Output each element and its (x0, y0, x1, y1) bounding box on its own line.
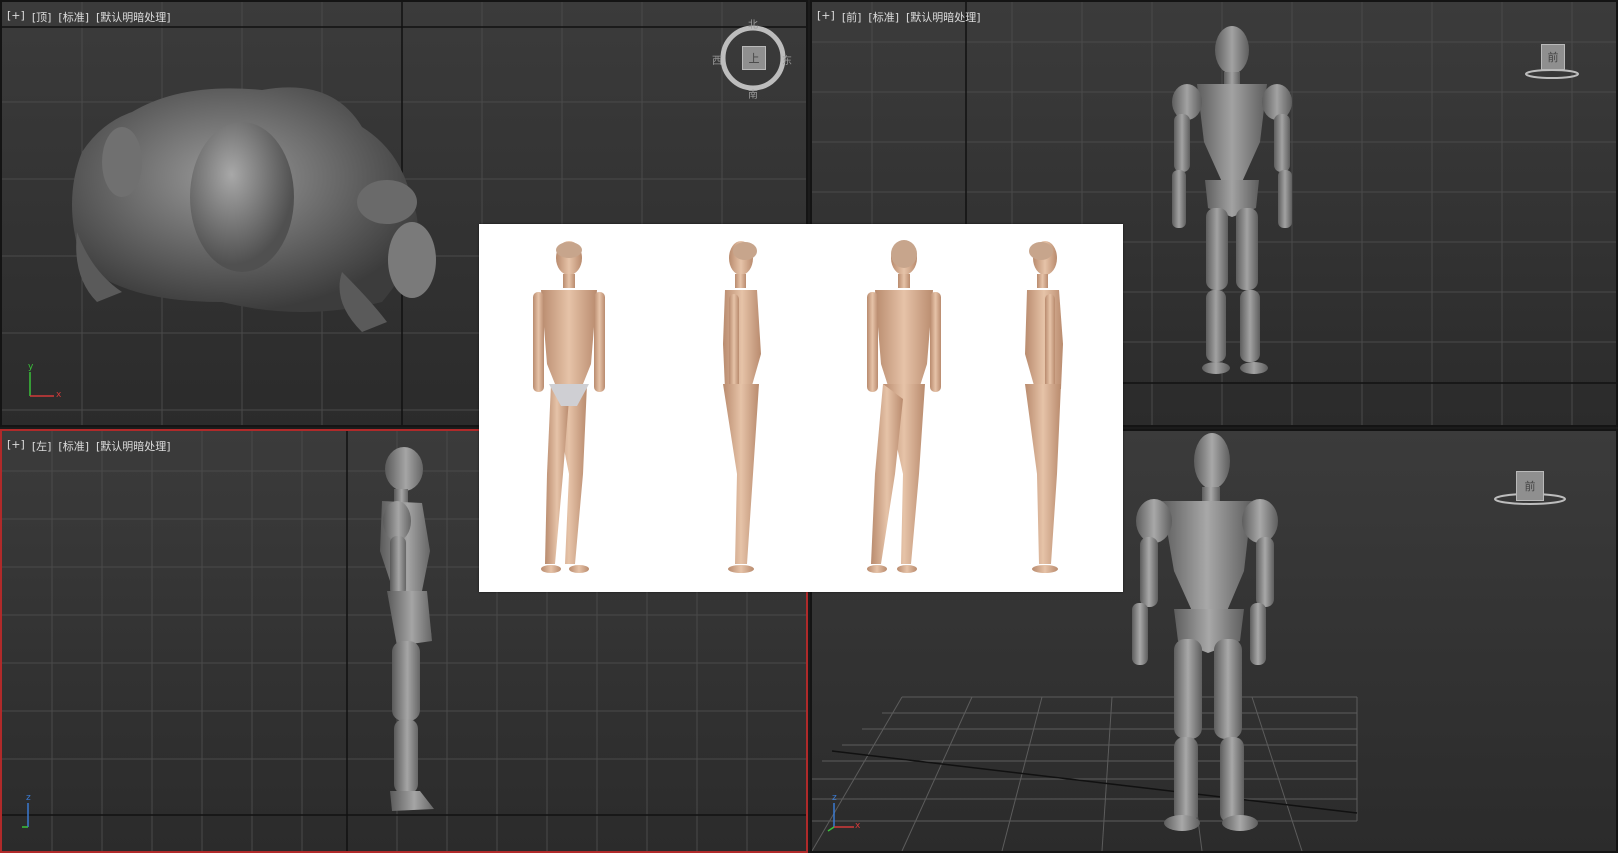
axis-label-y: y (28, 362, 34, 372)
viewport-label: [+] [前] [标准] [默认明暗处理] (817, 9, 981, 25)
viewport-point-of-view[interactable]: [顶] (32, 9, 52, 25)
reference-image (479, 224, 1123, 592)
viewport-menu-plus[interactable]: [+] (7, 438, 25, 454)
viewport-menu-plus[interactable]: [+] (7, 9, 25, 25)
viewport-point-of-view[interactable]: [左] (32, 438, 52, 454)
axis-tripod: z x (824, 793, 864, 833)
viewcube-face-top[interactable]: 上 (742, 46, 766, 70)
viewcube-face-front[interactable]: 前 (1516, 471, 1544, 501)
axis-tripod: z (20, 793, 60, 833)
axis-label-x: x (855, 821, 861, 831)
reference-figures (533, 240, 1063, 573)
viewcube-face-front[interactable]: 前 (1541, 44, 1565, 70)
viewcube[interactable]: 前 (1492, 471, 1568, 511)
viewport-camera-mode[interactable]: [标准] (58, 438, 89, 454)
viewport-shading-mode[interactable]: [默认明暗处理] (906, 9, 981, 25)
compass-south: 南 (748, 90, 758, 101)
reference-figure-back (867, 241, 941, 573)
axis-label-z: z (832, 793, 837, 803)
compass-north: 北 (748, 20, 758, 31)
viewport-point-of-view[interactable]: [前] (842, 9, 862, 25)
axis-tripod: y x (24, 362, 64, 402)
viewport-shading-mode[interactable]: [默认明暗处理] (96, 9, 171, 25)
axis-label-x: x (56, 390, 62, 400)
reference-figure-front (533, 241, 605, 573)
axis-label-z: z (26, 793, 31, 803)
reference-figure-side-right (1025, 241, 1063, 573)
compass-west: 西 (712, 56, 722, 67)
viewport-menu-plus[interactable]: [+] (817, 9, 835, 25)
viewport-camera-mode[interactable]: [标准] (58, 9, 89, 25)
compass-east: 东 (782, 56, 792, 67)
viewcube[interactable]: 前 (1524, 40, 1580, 82)
reference-figure-side (723, 241, 761, 573)
viewport-label: [+] [顶] [标准] [默认明暗处理] (7, 9, 171, 25)
viewcube-compass[interactable]: 上 北 南 西 东 (712, 20, 792, 101)
viewport-shading-mode[interactable]: [默认明暗处理] (96, 438, 171, 454)
viewport-label: [+] [左] [标准] [默认明暗处理] (7, 438, 171, 454)
viewport-camera-mode[interactable]: [标准] (868, 9, 899, 25)
